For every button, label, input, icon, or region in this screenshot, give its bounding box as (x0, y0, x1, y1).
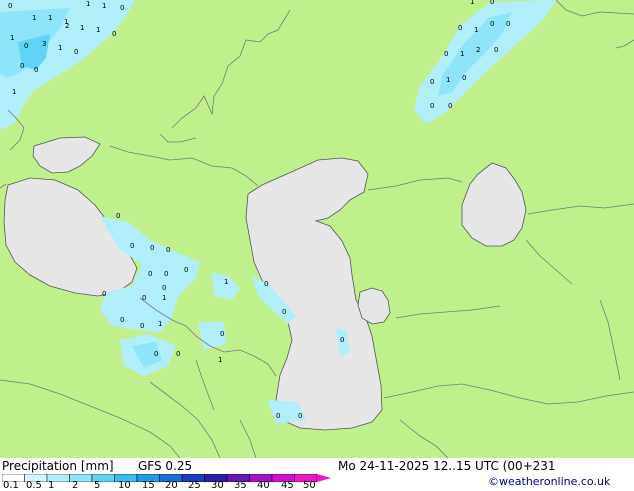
model-name: GFS 0.25 (138, 459, 193, 473)
precip-value-label: 1 (158, 320, 162, 328)
precip-value-label: 0 (112, 30, 116, 38)
precip-value-label: 0 (116, 212, 120, 220)
precip-value-label: 0 (34, 66, 38, 74)
precip-value-label: 0 (140, 322, 144, 330)
precip-value-label: 0 (298, 412, 302, 420)
precip-value-label: 0 (24, 42, 28, 50)
precip-value-label: 0 (430, 102, 434, 110)
precip-value-label: 1 (102, 2, 106, 10)
legend-tick-label: 10 (118, 480, 131, 491)
precip-value-label: 0 (120, 4, 124, 12)
precip-value-label: 1 (460, 50, 464, 58)
precip-value-label: 0 (430, 78, 434, 86)
precip-value-label: 0 (20, 62, 24, 70)
precip-value-label: 0 (490, 0, 494, 6)
precip-value-label: 1 (58, 44, 62, 52)
map-title: Precipitation [mm] (2, 459, 114, 473)
legend-tick-label: 25 (188, 480, 201, 491)
precip-value-label: 0 (220, 330, 224, 338)
precip-value-label: 1 (218, 356, 222, 364)
legend-tick-label: 30 (211, 480, 224, 491)
precip-value-label: 0 (150, 244, 154, 252)
precip-value-label: 1 (12, 88, 16, 96)
precip-value-label: 1 (446, 76, 450, 84)
precip-value-label: 1 (470, 0, 474, 6)
precip-value-label: 0 (276, 412, 280, 420)
precip-value-label: 0 (184, 266, 188, 274)
precip-value-label: 1 (162, 294, 166, 302)
precip-value-label: 1 (48, 14, 52, 22)
precip-value-label: 0 (282, 308, 286, 316)
precip-value-label: 3 (42, 40, 46, 48)
legend-tick-label: 1 (48, 480, 55, 491)
precip-value-label: 0 (494, 46, 498, 54)
precip-value-label: 0 (444, 50, 448, 58)
legend-tick-label: 35 (234, 480, 247, 491)
precip-value-label: 0 (340, 336, 344, 344)
precip-value-label: 1 (80, 24, 84, 32)
precip-value-label: 1 (10, 34, 14, 42)
legend-tick-label: 15 (142, 480, 155, 491)
precip-value-label: 0 (102, 290, 106, 298)
precip-value-label: 0 (176, 350, 180, 358)
precip-value-label: 0 (142, 294, 146, 302)
precip-value-label: 0 (74, 48, 78, 56)
legend-tick-label: 2 (72, 480, 79, 491)
precip-value-label: 0 (164, 270, 168, 278)
precipitation-map: 0 1 1 1 1 1 0 2 1 1 0 1 0 3 1 0 0 0 1 1 0 0 1 0 0 2 1 0 0 1 0 0 0 0 0 0 0 0 0 0… (0, 0, 634, 458)
legend-arrow (317, 474, 331, 482)
legend-tick-label: 40 (257, 480, 270, 491)
precip-value-label: 2 (65, 22, 69, 30)
legend-tick-label: 50 (303, 480, 316, 491)
precip-value-label: 0 (130, 242, 134, 250)
precip-value-label: 0 (458, 24, 462, 32)
precip-value-label: 0 (166, 246, 170, 254)
legend-tick-label: 45 (281, 480, 294, 491)
precip-value-label: 0 (120, 316, 124, 324)
legend-tick-label: 5 (94, 480, 101, 491)
precip-value-label: 1 (32, 14, 36, 22)
precip-value-label: 0 (148, 270, 152, 278)
precip-value-label: 1 (224, 278, 228, 286)
legend-tick-label: 0.1 (3, 480, 19, 491)
precip-value-label: 1 (474, 26, 478, 34)
precip-value-label: 1 (96, 26, 100, 34)
precip-value-label: 0 (506, 20, 510, 28)
precip-value-label: 0 (448, 102, 452, 110)
precip-value-label: 0 (264, 280, 268, 288)
precip-value-label: 0 (8, 2, 12, 10)
precip-value-label: 2 (476, 46, 480, 54)
precip-value-label: 0 (462, 74, 466, 82)
precip-value-label: 0 (162, 284, 166, 292)
precip-value-label: 1 (86, 0, 90, 8)
legend-tick-label: 0.5 (26, 480, 42, 491)
legend-tick-label: 20 (165, 480, 178, 491)
valid-time: Mo 24-11-2025 12..15 UTC (00+231 (338, 459, 556, 473)
precip-value-label: 0 (490, 20, 494, 28)
credit-link[interactable]: ©weatheronline.co.uk (488, 475, 610, 488)
precip-value-label: 0 (154, 350, 158, 358)
